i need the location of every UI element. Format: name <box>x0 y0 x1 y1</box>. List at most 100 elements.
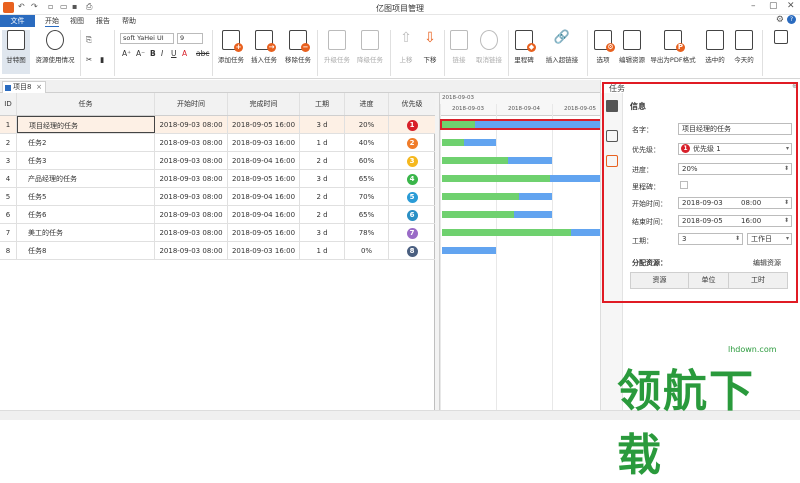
cell-task[interactable]: 任务6 <box>17 206 155 223</box>
add-task-button[interactable]: + 添加任务 <box>216 30 246 64</box>
cell-end[interactable]: 2018-09-03 16:00 <box>228 242 300 259</box>
tab-project8[interactable]: 项目8 × <box>2 81 46 93</box>
options-button[interactable]: ⚙ 选项 <box>592 30 615 64</box>
table-row[interactable]: 8 任务8 2018-09-03 08:00 2018-09-03 16:00 1 d0… <box>0 242 435 260</box>
insert-hyperlink-button[interactable]: 🔗 插入超链接 <box>543 30 581 64</box>
cell-id[interactable]: 8 <box>0 242 17 259</box>
cell-dur[interactable]: 1 d <box>300 242 345 259</box>
edit-resource-button[interactable]: 编辑资源 <box>617 30 647 64</box>
cell-priority[interactable]: 7 <box>389 224 435 241</box>
res-col-resource[interactable]: 资源 <box>631 273 689 288</box>
cell-priority[interactable]: 3 <box>389 152 435 169</box>
cell-id[interactable]: 6 <box>0 206 17 223</box>
cell-dur[interactable]: 2 d <box>300 206 345 223</box>
cell-end[interactable]: 2018-09-04 16:00 <box>228 206 300 223</box>
cell-id[interactable]: 5 <box>0 188 17 205</box>
bold-icon[interactable]: B <box>150 49 156 58</box>
close-icon[interactable]: ✕ <box>787 1 795 11</box>
cell-priority[interactable]: 4 <box>389 170 435 187</box>
col-header-start[interactable]: 开始时间 <box>155 93 228 115</box>
gantt-bar[interactable] <box>442 229 601 236</box>
cell-priority[interactable]: 5 <box>389 188 435 205</box>
cell-priority[interactable]: 8 <box>389 242 435 259</box>
cell-task[interactable]: 任务8 <box>17 242 155 259</box>
cell-task[interactable]: 任务2 <box>17 134 155 151</box>
menu-file[interactable]: 文件 <box>0 15 35 27</box>
maximize-icon[interactable]: ▢ <box>769 1 778 11</box>
cell-prog[interactable]: 78% <box>345 224 389 241</box>
table-row[interactable]: 4 产品经理的任务 2018-09-03 08:00 2018-09-05 16:00… <box>0 170 435 188</box>
end-datetime-input[interactable]: 2018-09-05 16:00 ⬍ <box>678 215 792 227</box>
table-row[interactable]: 2 任务2 2018-09-03 08:00 2018-09-03 16:00 1 d4… <box>0 134 435 152</box>
resource-usage-button[interactable]: 资源使用情况 <box>32 30 78 64</box>
milestone-checkbox[interactable] <box>680 181 688 189</box>
font-color-icon[interactable]: A <box>182 49 187 58</box>
cell-end[interactable]: 2018-09-05 16:00 <box>228 116 300 133</box>
extra-button[interactable] <box>770 30 792 48</box>
menu-view[interactable]: 视图 <box>70 16 84 26</box>
cell-start[interactable]: 2018-09-03 08:00 <box>155 188 228 205</box>
cell-task[interactable]: 项目经理的任务 <box>17 116 155 133</box>
cell-dur[interactable]: 1 d <box>300 134 345 151</box>
table-row[interactable]: 6 任务6 2018-09-03 08:00 2018-09-04 16:00 2 d6… <box>0 206 435 224</box>
cell-prog[interactable]: 70% <box>345 188 389 205</box>
cell-end[interactable]: 2018-09-04 16:00 <box>228 188 300 205</box>
cell-prog[interactable]: 0% <box>345 242 389 259</box>
remove-task-button[interactable]: − 移除任务 <box>283 30 313 64</box>
col-header-end[interactable]: 完成时间 <box>228 93 300 115</box>
table-row[interactable]: 5 任务5 2018-09-03 08:00 2018-09-04 16:00 2 d7… <box>0 188 435 206</box>
res-col-hours[interactable]: 工时 <box>729 273 787 288</box>
cell-priority[interactable]: 2 <box>389 134 435 151</box>
cut-icon[interactable]: ✂ <box>86 55 92 64</box>
italic-icon[interactable]: I <box>161 49 163 58</box>
col-header-duration[interactable]: 工期 <box>300 93 345 115</box>
priority-select[interactable]: 1 优先级 1 ▾ <box>678 143 792 155</box>
cell-id[interactable]: 1 <box>0 116 17 133</box>
downgrade-task-button[interactable]: 降级任务 <box>355 30 385 64</box>
cell-id[interactable]: 7 <box>0 224 17 241</box>
grow-font-icon[interactable]: A⁺ <box>122 49 131 58</box>
cell-prog[interactable]: 65% <box>345 170 389 187</box>
milestone-button[interactable]: ◆ 里程碑 <box>512 30 536 64</box>
cell-task[interactable]: 任务5 <box>17 188 155 205</box>
res-col-unit[interactable]: 单位 <box>689 273 729 288</box>
selected-button[interactable]: 选中的 <box>703 30 727 64</box>
link-button[interactable]: 链接 <box>449 30 469 64</box>
duration-input[interactable]: 3 ⬍ <box>678 233 743 245</box>
cell-priority[interactable]: 6 <box>389 206 435 223</box>
cell-start[interactable]: 2018-09-03 08:00 <box>155 170 228 187</box>
gantt-bar[interactable] <box>442 175 601 182</box>
upgrade-task-button[interactable]: 升级任务 <box>322 30 352 64</box>
cell-start[interactable]: 2018-09-03 08:00 <box>155 116 228 133</box>
strikethrough-icon[interactable]: abc <box>196 49 209 58</box>
cell-prog[interactable]: 40% <box>345 134 389 151</box>
font-name-select[interactable]: soft YaHei UI <box>120 33 174 44</box>
cell-task[interactable]: 美工的任务 <box>17 224 155 241</box>
shrink-font-icon[interactable]: A⁻ <box>136 49 145 58</box>
cell-prog[interactable]: 20% <box>345 116 389 133</box>
gantt-bar[interactable] <box>440 119 601 130</box>
cell-dur[interactable]: 3 d <box>300 116 345 133</box>
cell-start[interactable]: 2018-09-03 08:00 <box>155 224 228 241</box>
gantt-bar[interactable] <box>442 157 552 164</box>
font-size-select[interactable]: 9 <box>177 33 203 44</box>
duration-unit-select[interactable]: 工作日 ▾ <box>747 233 792 245</box>
cell-start[interactable]: 2018-09-03 08:00 <box>155 134 228 151</box>
gear-icon[interactable]: ⚙ <box>776 15 784 25</box>
cell-id[interactable]: 2 <box>0 134 17 151</box>
cell-start[interactable]: 2018-09-03 08:00 <box>155 242 228 259</box>
menu-help[interactable]: 帮助 <box>122 16 136 26</box>
cell-prog[interactable]: 60% <box>345 152 389 169</box>
gantt-bar[interactable] <box>442 193 552 200</box>
table-row[interactable]: 3 任务3 2018-09-03 08:00 2018-09-04 16:00 2 d6… <box>0 152 435 170</box>
col-header-task[interactable]: 任务 <box>17 93 155 115</box>
insert-task-button[interactable]: → 插入任务 <box>249 30 279 64</box>
edit-resource-link[interactable]: 编辑资源 <box>753 258 781 268</box>
col-header-progress[interactable]: 进度 <box>345 93 389 115</box>
cell-task[interactable]: 产品经理的任务 <box>17 170 155 187</box>
cell-start[interactable]: 2018-09-03 08:00 <box>155 152 228 169</box>
today-button[interactable]: 今天的 <box>732 30 756 64</box>
help-icon[interactable]: ? <box>787 15 796 24</box>
cell-dur[interactable]: 3 d <box>300 170 345 187</box>
cell-dur[interactable]: 3 d <box>300 224 345 241</box>
